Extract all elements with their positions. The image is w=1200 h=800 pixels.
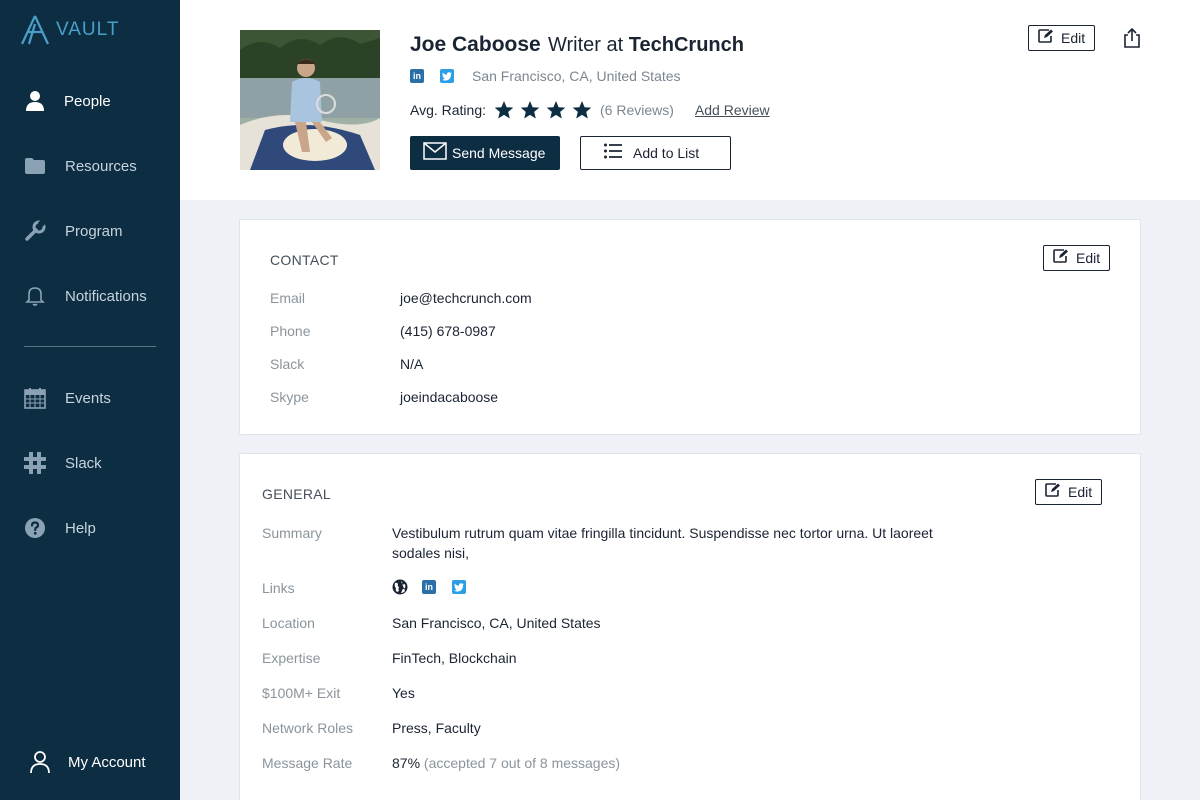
send-message-button[interactable]: Send Message bbox=[410, 136, 560, 170]
message-rate-detail: (accepted 7 out of 8 messages) bbox=[423, 755, 621, 771]
slack-icon bbox=[24, 452, 46, 474]
email-label: Email bbox=[270, 290, 306, 306]
role-company[interactable]: TechCrunch bbox=[629, 34, 744, 56]
slack-label: Slack bbox=[270, 356, 305, 372]
sidebar-item-slack[interactable]: Slack bbox=[0, 443, 180, 483]
edit-general-button[interactable]: Edit bbox=[1035, 479, 1102, 505]
sidebar-item-help[interactable]: Help bbox=[0, 508, 180, 548]
email-value[interactable]: joe@techcrunch.com bbox=[400, 290, 532, 306]
twitter-icon[interactable] bbox=[452, 580, 466, 594]
add-to-list-label: Add to List bbox=[633, 145, 700, 161]
links-icons: in bbox=[392, 579, 466, 595]
phone-value: (415) 678-0987 bbox=[400, 323, 496, 339]
location-label: Location bbox=[262, 615, 315, 631]
brand-name: VAULT bbox=[56, 19, 120, 40]
summary-line-2: sodales nisi, bbox=[392, 545, 470, 561]
expertise-label: Expertise bbox=[262, 650, 321, 666]
sidebar-item-program[interactable]: Program bbox=[0, 211, 180, 251]
profile-name: Joe Caboose bbox=[410, 33, 541, 56]
add-to-list-button[interactable]: Add to List bbox=[580, 136, 731, 170]
contact-title: CONTACT bbox=[270, 252, 339, 268]
contact-card: CONTACT Edit Email joe@techcrunch.com Ph… bbox=[239, 219, 1141, 435]
add-review-link[interactable]: Add Review bbox=[695, 102, 770, 118]
sidebar-item-label: Slack bbox=[65, 454, 102, 472]
folder-icon bbox=[24, 155, 46, 177]
sidebar-item-label: Program bbox=[65, 222, 123, 240]
edit-icon bbox=[1038, 28, 1054, 48]
sidebar-item-label: Notifications bbox=[65, 287, 147, 305]
sidebar-item-label: Resources bbox=[65, 157, 137, 175]
wrench-icon bbox=[24, 220, 46, 242]
message-rate-label: Message Rate bbox=[262, 755, 353, 771]
envelope-icon bbox=[423, 141, 447, 165]
rating-stars bbox=[494, 100, 598, 120]
vault-logo-icon bbox=[21, 15, 49, 45]
profile-photo bbox=[240, 30, 380, 170]
slack-value: N/A bbox=[400, 356, 424, 372]
profile-header: Joe Caboose Writer at TechCrunch in San … bbox=[180, 0, 1200, 200]
linkedin-icon[interactable]: in bbox=[422, 580, 436, 594]
sidebar-item-label: Events bbox=[65, 389, 111, 407]
links-label: Links bbox=[262, 580, 295, 596]
edit-label: Edit bbox=[1076, 250, 1101, 266]
star-icon bbox=[494, 101, 514, 119]
account-icon bbox=[28, 750, 52, 774]
reviews-count: (6 Reviews) bbox=[600, 102, 674, 118]
sidebar-divider bbox=[24, 346, 156, 347]
rating-label: Avg. Rating: bbox=[410, 102, 487, 118]
edit-profile-button[interactable]: Edit bbox=[1028, 25, 1095, 51]
skype-value: joeindacaboose bbox=[400, 389, 499, 405]
profile-location: San Francisco, CA, United States bbox=[472, 68, 681, 84]
edit-contact-button[interactable]: Edit bbox=[1043, 245, 1110, 271]
send-message-label: Send Message bbox=[452, 145, 546, 161]
social-links-row: in San Francisco, CA, United States bbox=[410, 68, 681, 84]
edit-icon bbox=[1053, 248, 1069, 268]
exit-value: Yes bbox=[392, 685, 415, 701]
sidebar-item-label: People bbox=[64, 92, 111, 110]
calendar-icon bbox=[24, 387, 46, 409]
rating-row: Avg. Rating: (6 Reviews) Add Review bbox=[410, 100, 770, 120]
list-icon bbox=[604, 143, 622, 164]
summary-line-1: Vestibulum rutrum quam vitae fringilla t… bbox=[392, 525, 933, 541]
sidebar-item-resources[interactable]: Resources bbox=[0, 146, 180, 186]
general-card: GENERAL Edit Summary Vestibulum rutrum q… bbox=[239, 453, 1141, 800]
bell-icon bbox=[24, 285, 46, 307]
my-account-label: My Account bbox=[68, 753, 146, 771]
location-value: San Francisco, CA, United States bbox=[392, 615, 601, 631]
edit-label: Edit bbox=[1061, 30, 1086, 46]
message-rate-percent: 87% bbox=[392, 755, 421, 771]
edit-label: Edit bbox=[1068, 484, 1093, 500]
star-icon bbox=[546, 101, 566, 119]
general-title: GENERAL bbox=[262, 486, 332, 502]
share-icon[interactable] bbox=[1122, 27, 1142, 48]
message-rate-value: 87% (accepted 7 out of 8 messages) bbox=[392, 755, 620, 771]
role-prefix: Writer at bbox=[548, 34, 624, 56]
globe-icon[interactable] bbox=[392, 579, 408, 595]
linkedin-icon[interactable]: in bbox=[410, 69, 424, 83]
brand-logo[interactable]: VAULT bbox=[20, 14, 119, 46]
star-icon bbox=[520, 101, 540, 119]
network-roles-label: Network Roles bbox=[262, 720, 354, 736]
exit-label: $100M+ Exit bbox=[262, 685, 341, 701]
profile-role: Writer at TechCrunch bbox=[548, 34, 744, 57]
help-icon bbox=[24, 517, 46, 539]
skype-label: Skype bbox=[270, 389, 309, 405]
sidebar-item-people[interactable]: People bbox=[0, 81, 180, 121]
twitter-icon[interactable] bbox=[440, 69, 454, 83]
expertise-value: FinTech, Blockchain bbox=[392, 650, 517, 666]
my-account-button[interactable]: My Account bbox=[0, 742, 180, 782]
star-icon bbox=[572, 101, 592, 119]
person-icon bbox=[24, 90, 46, 112]
sidebar: VAULT People Resources Program Notificat… bbox=[0, 0, 180, 800]
phone-label: Phone bbox=[270, 323, 311, 339]
network-roles-value: Press, Faculty bbox=[392, 720, 481, 736]
sidebar-item-events[interactable]: Events bbox=[0, 378, 180, 418]
edit-icon bbox=[1045, 482, 1061, 502]
sidebar-item-label: Help bbox=[65, 519, 96, 537]
summary-label: Summary bbox=[262, 525, 322, 541]
sidebar-item-notifications[interactable]: Notifications bbox=[0, 276, 180, 316]
